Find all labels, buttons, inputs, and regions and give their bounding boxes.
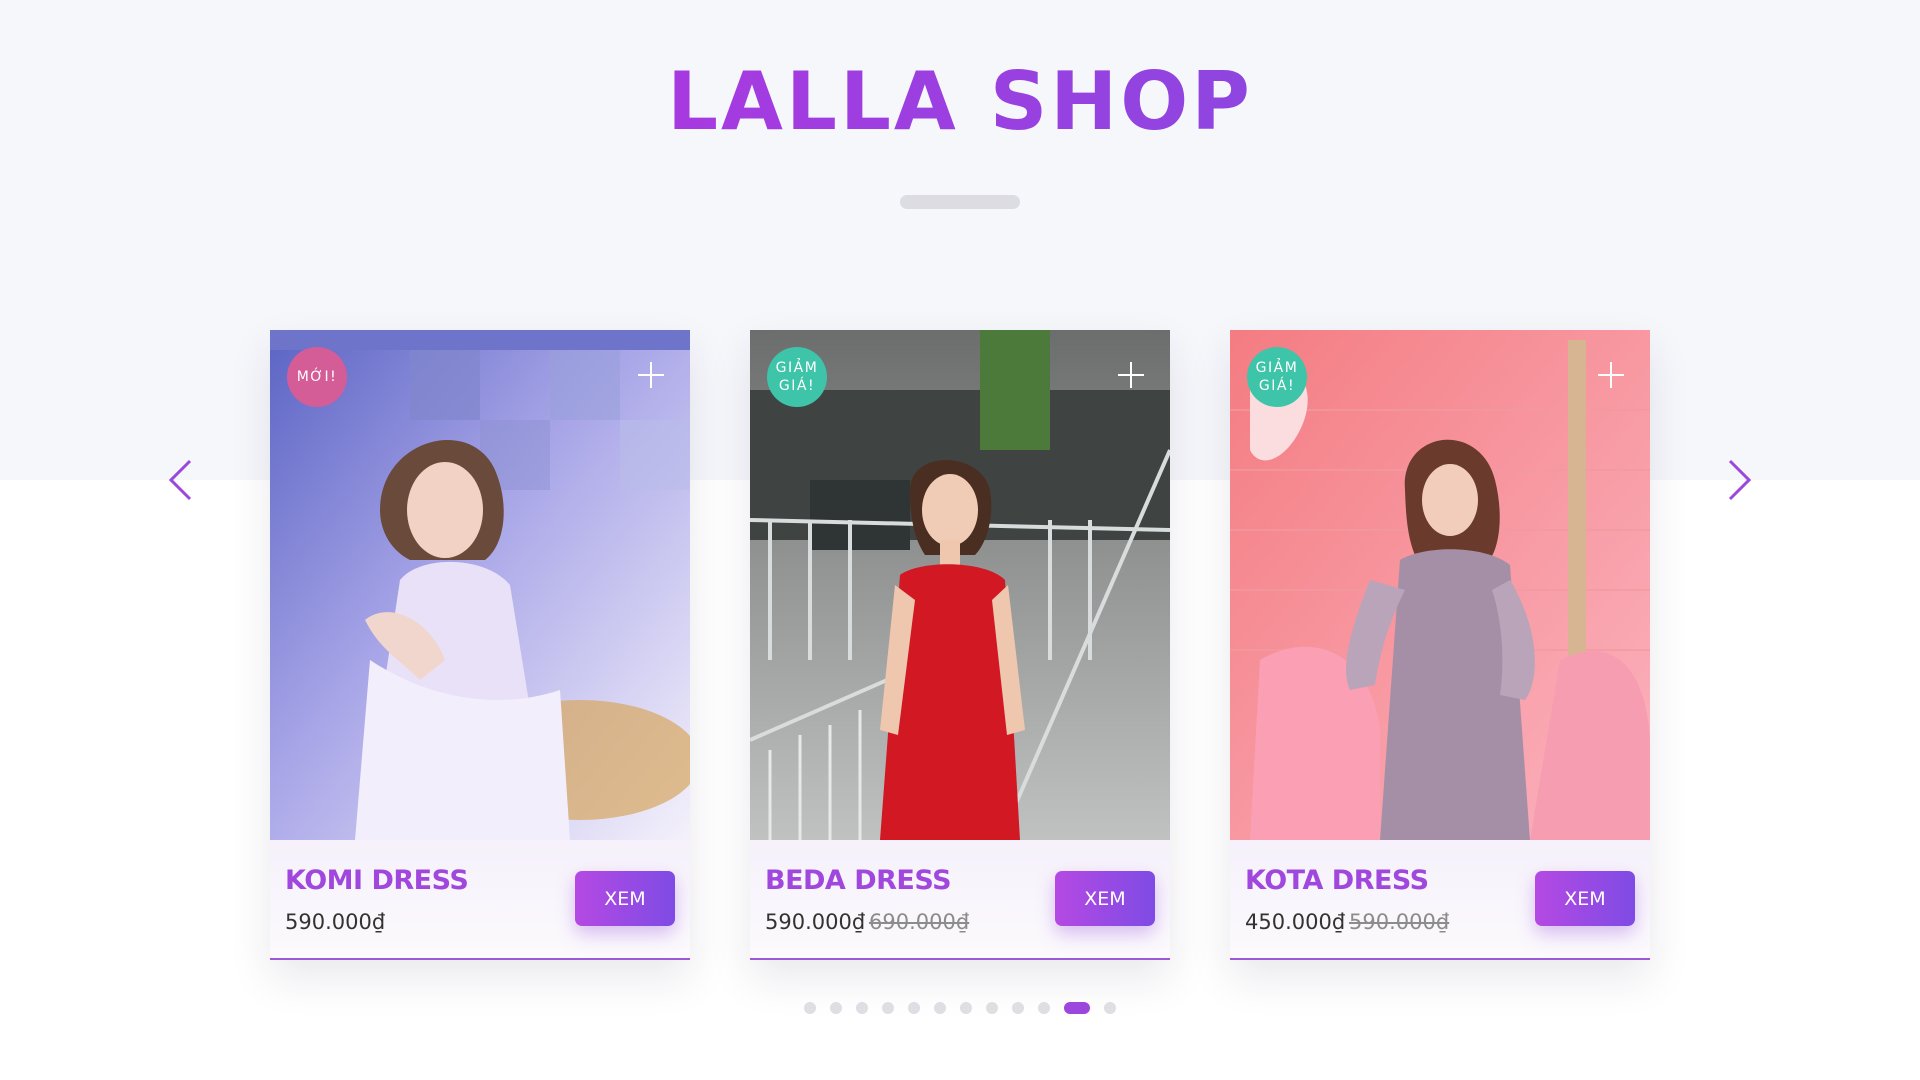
chevron-right-icon (1728, 459, 1752, 501)
plus-icon[interactable] (638, 362, 664, 388)
pagination-dot[interactable] (1038, 1002, 1050, 1014)
product-name: KOMI DRESS (285, 865, 469, 896)
product-photo[interactable] (1230, 330, 1650, 840)
woman-in-red-dress-photo (750, 330, 1170, 840)
woman-in-lilac-dress-photo (1230, 330, 1650, 840)
view-button[interactable]: XEM (1055, 871, 1155, 926)
sale-badge: GIẢM GIÁ! (1247, 347, 1307, 407)
pagination-dot[interactable] (1104, 1002, 1116, 1014)
carousel-pagination (0, 1002, 1920, 1014)
shop-page: LALLA SHOP MỚI! KOMI DRESS 590.000₫ XEM … (0, 0, 1920, 1080)
pagination-dot[interactable] (908, 1002, 920, 1014)
product-old-price: 590.000₫ (1349, 910, 1450, 934)
pagination-dot[interactable] (934, 1002, 946, 1014)
woman-in-white-lace-dress-photo (270, 330, 690, 840)
product-info: KOMI DRESS 590.000₫ XEM (270, 840, 690, 958)
product-info: BEDA DRESS 590.000₫ 690.000₫ XEM (750, 840, 1170, 958)
view-button[interactable]: XEM (1535, 871, 1635, 926)
carousel-next-button[interactable] (1720, 455, 1760, 505)
sale-badge: GIẢM GIÁ! (767, 347, 827, 407)
plus-icon[interactable] (1598, 362, 1624, 388)
product-name: KOTA DRESS (1245, 865, 1429, 896)
product-price: 590.000₫ (285, 910, 386, 934)
product-photo[interactable] (750, 330, 1170, 840)
product-name: BEDA DRESS (765, 865, 952, 896)
product-card[interactable]: GIẢM GIÁ! BEDA DRESS 590.000₫ 690.000₫ X… (750, 330, 1170, 960)
product-price: 590.000₫ (765, 910, 866, 934)
product-old-price: 690.000₫ (869, 910, 970, 934)
view-button[interactable]: XEM (575, 871, 675, 926)
shop-title: LALLA SHOP (667, 55, 1253, 148)
product-photo[interactable] (270, 330, 690, 840)
new-badge: MỚI! (287, 347, 347, 407)
product-card[interactable]: GIẢM GIÁ! KOTA DRESS 450.000₫ 590.000₫ X… (1230, 330, 1650, 960)
chevron-left-icon (168, 459, 192, 501)
product-price: 450.000₫ (1245, 910, 1346, 934)
pagination-dot[interactable] (1064, 1002, 1090, 1014)
product-info: KOTA DRESS 450.000₫ 590.000₫ XEM (1230, 840, 1650, 958)
title-divider (900, 195, 1020, 209)
pagination-dot[interactable] (882, 1002, 894, 1014)
pagination-dot[interactable] (1012, 1002, 1024, 1014)
pagination-dot[interactable] (986, 1002, 998, 1014)
carousel-prev-button[interactable] (160, 455, 200, 505)
pagination-dot[interactable] (960, 1002, 972, 1014)
pagination-dot[interactable] (830, 1002, 842, 1014)
pagination-dot[interactable] (856, 1002, 868, 1014)
pagination-dot[interactable] (804, 1002, 816, 1014)
product-card[interactable]: MỚI! KOMI DRESS 590.000₫ XEM (270, 330, 690, 960)
plus-icon[interactable] (1118, 362, 1144, 388)
